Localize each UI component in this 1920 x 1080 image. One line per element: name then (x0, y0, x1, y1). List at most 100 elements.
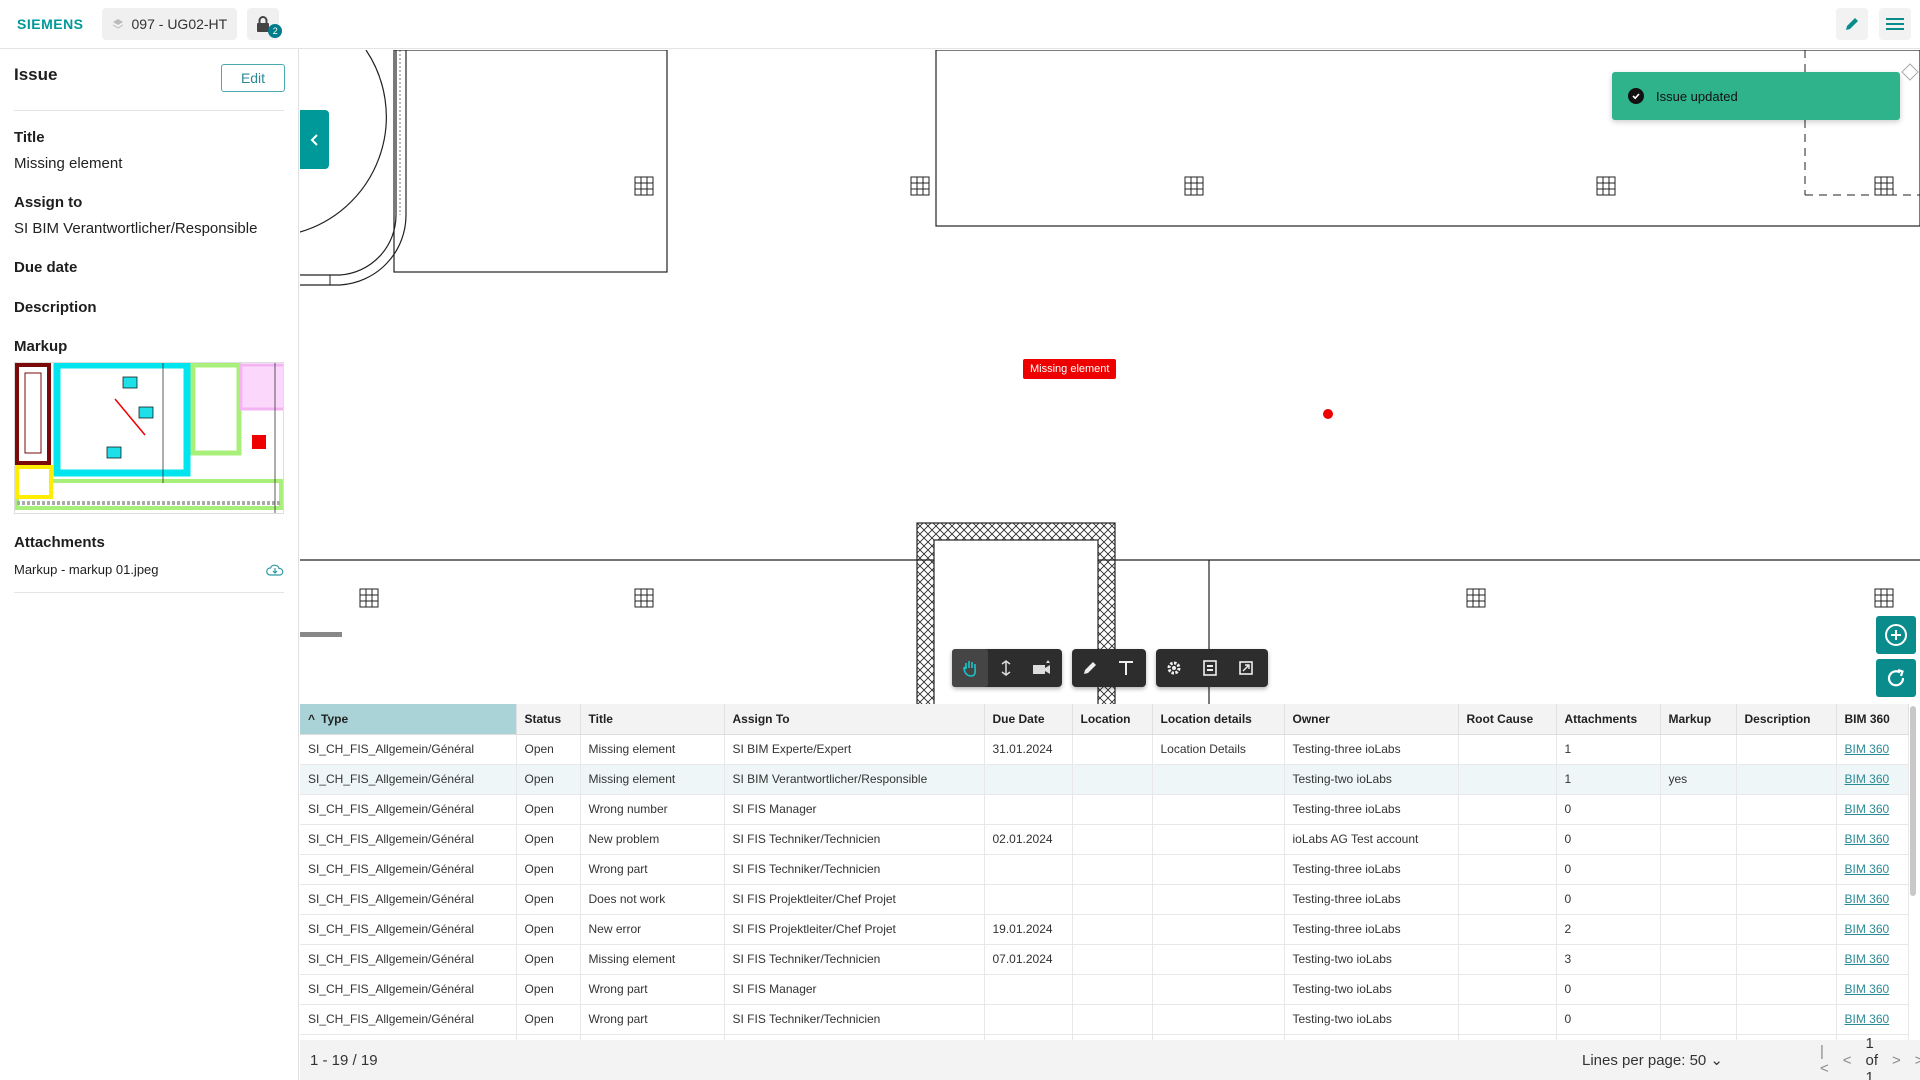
cell-assign-to: SI FIS Techniker/Technicien (724, 824, 985, 855)
prev-page-icon[interactable]: < (1843, 1052, 1852, 1069)
cell-markup (1660, 854, 1737, 885)
cell-type: SI_CH_FIS_Allgemein/Général (300, 1004, 517, 1035)
bim360-link[interactable]: BIM 360 (1845, 832, 1890, 846)
edit-markup-button[interactable] (1836, 8, 1868, 40)
attachment-name: Markup - markup 01.jpeg (14, 562, 159, 577)
issue-pin-label[interactable]: Missing element (1023, 359, 1117, 379)
cell-bim360[interactable]: BIM 360 (1836, 944, 1909, 975)
cell-title: Wrong part (580, 854, 725, 885)
cell-bim360[interactable]: BIM 360 (1836, 854, 1909, 885)
cell-root-cause (1458, 914, 1557, 945)
edit-button[interactable]: Edit (221, 64, 285, 92)
refresh-icon (1887, 668, 1905, 687)
table-row[interactable]: SI_CH_FIS_Allgemein/Général Open Missing e… (300, 944, 1909, 975)
table-row[interactable]: SI_CH_FIS_Allgemein/Général Open Wrong par… (300, 854, 1909, 885)
cell-bim360[interactable]: BIM 360 (1836, 824, 1909, 855)
gear-icon (1167, 661, 1181, 675)
cell-description (1736, 764, 1837, 795)
column-header-description[interactable]: Description (1736, 704, 1837, 735)
bim360-link[interactable]: BIM 360 (1845, 802, 1890, 816)
column-header-owner[interactable]: Owner (1284, 704, 1459, 735)
properties-button[interactable] (1192, 649, 1228, 687)
project-selector[interactable]: 097 - UG02-HT (101, 8, 238, 40)
issue-sidebar: Issue Edit Title Missing element Assign … (0, 49, 299, 1080)
pan-tool-button[interactable] (952, 649, 988, 687)
last-page-icon[interactable]: >| (1915, 1052, 1920, 1069)
cell-bim360[interactable]: BIM 360 (1836, 884, 1909, 915)
column-header-status[interactable]: Status (516, 704, 581, 735)
table-row[interactable]: SI_CH_FIS_Allgemein/Général Open Wrong num… (300, 794, 1909, 825)
cell-description (1736, 974, 1837, 1005)
add-issue-button[interactable] (1876, 616, 1916, 654)
column-header-title[interactable]: Title (580, 704, 725, 735)
zoom-tool-button[interactable] (988, 649, 1024, 687)
collapse-sidebar-button[interactable] (300, 110, 329, 169)
bim360-link[interactable]: BIM 360 (1845, 1012, 1890, 1026)
markup-label: Markup (14, 338, 68, 355)
refresh-button[interactable] (1876, 659, 1916, 697)
column-header-location[interactable]: Location (1072, 704, 1153, 735)
lock-button[interactable]: 2 (247, 8, 283, 40)
floor-plan-viewer[interactable]: Missing element (300, 50, 1920, 704)
attachments-label: Attachments (14, 534, 105, 551)
column-header-bim360[interactable]: BIM 360 (1836, 704, 1909, 735)
cell-bim360[interactable]: BIM 360 (1836, 734, 1909, 765)
cell-status: Open (516, 974, 581, 1005)
bim360-link[interactable]: BIM 360 (1845, 922, 1890, 936)
cell-root-cause (1458, 944, 1557, 975)
cell-bim360[interactable]: BIM 360 (1836, 764, 1909, 795)
table-row[interactable]: SI_CH_FIS_Allgemein/Général Open New probl… (300, 824, 1909, 855)
text-tool-button[interactable] (1108, 649, 1144, 687)
issue-pin-marker[interactable] (1323, 409, 1333, 419)
column-header-attachments[interactable]: Attachments (1556, 704, 1661, 735)
bim360-link[interactable]: BIM 360 (1845, 892, 1890, 906)
cell-location-details (1152, 1004, 1285, 1035)
column-header-due-date[interactable]: Due Date (984, 704, 1073, 735)
column-header-location-details[interactable]: Location details (1152, 704, 1285, 735)
camera-tool-button[interactable] (1024, 649, 1060, 687)
draw-tool-button[interactable] (1072, 649, 1108, 687)
cell-bim360[interactable]: BIM 360 (1836, 1004, 1909, 1035)
next-page-icon[interactable]: > (1892, 1052, 1901, 1069)
cell-due-date: 02.01.2024 (984, 824, 1073, 855)
column-header-type[interactable]: ^ Type (300, 704, 517, 735)
cell-description (1736, 824, 1837, 855)
bim360-link[interactable]: BIM 360 (1845, 862, 1890, 876)
check-circle-icon (1628, 88, 1644, 104)
fullscreen-button[interactable] (1228, 649, 1264, 687)
cell-attachments: 3 (1556, 944, 1661, 975)
cell-markup: yes (1660, 764, 1737, 795)
cell-assign-to: SI FIS Projektleiter/Chef Projet (724, 914, 985, 945)
cell-title: Missing element (580, 734, 725, 765)
column-header-assign-to[interactable]: Assign To (724, 704, 985, 735)
cell-due-date (984, 764, 1073, 795)
column-header-root-cause[interactable]: Root Cause (1458, 704, 1557, 735)
cell-due-date (984, 974, 1073, 1005)
bim360-link[interactable]: BIM 360 (1845, 772, 1890, 786)
menu-button[interactable] (1879, 8, 1911, 40)
cell-root-cause (1458, 974, 1557, 1005)
cloud-download-icon[interactable] (266, 563, 284, 577)
markup-thumbnail[interactable] (14, 362, 284, 514)
cell-location-details: Location Details (1152, 734, 1285, 765)
cell-bim360[interactable]: BIM 360 (1836, 914, 1909, 945)
cell-location (1072, 734, 1153, 765)
first-page-icon[interactable]: |< (1820, 1043, 1829, 1077)
settings-button[interactable] (1156, 649, 1192, 687)
lines-per-page-select[interactable]: Lines per page: 50 ⌄ (1582, 1051, 1723, 1069)
table-row[interactable]: SI_CH_FIS_Allgemein/Général Open Wrong par… (300, 1004, 1909, 1035)
column-header-markup[interactable]: Markup (1660, 704, 1737, 735)
table-row[interactable]: SI_CH_FIS_Allgemein/Général Open Missing e… (300, 734, 1909, 765)
bim360-link[interactable]: BIM 360 (1845, 952, 1890, 966)
cell-bim360[interactable]: BIM 360 (1836, 794, 1909, 825)
table-row[interactable]: SI_CH_FIS_Allgemein/Général Open Wrong par… (300, 974, 1909, 1005)
cell-status: Open (516, 914, 581, 945)
bim360-link[interactable]: BIM 360 (1845, 982, 1890, 996)
bim360-link[interactable]: BIM 360 (1845, 742, 1890, 756)
table-row[interactable]: SI_CH_FIS_Allgemein/Général Open Missing e… (300, 764, 1909, 795)
table-row[interactable]: SI_CH_FIS_Allgemein/Général Open Does not … (300, 884, 1909, 915)
cell-owner: Testing-two ioLabs (1284, 944, 1459, 975)
cell-bim360[interactable]: BIM 360 (1836, 974, 1909, 1005)
table-scrollbar[interactable] (1910, 706, 1916, 896)
table-row[interactable]: SI_CH_FIS_Allgemein/Général Open New error… (300, 914, 1909, 945)
